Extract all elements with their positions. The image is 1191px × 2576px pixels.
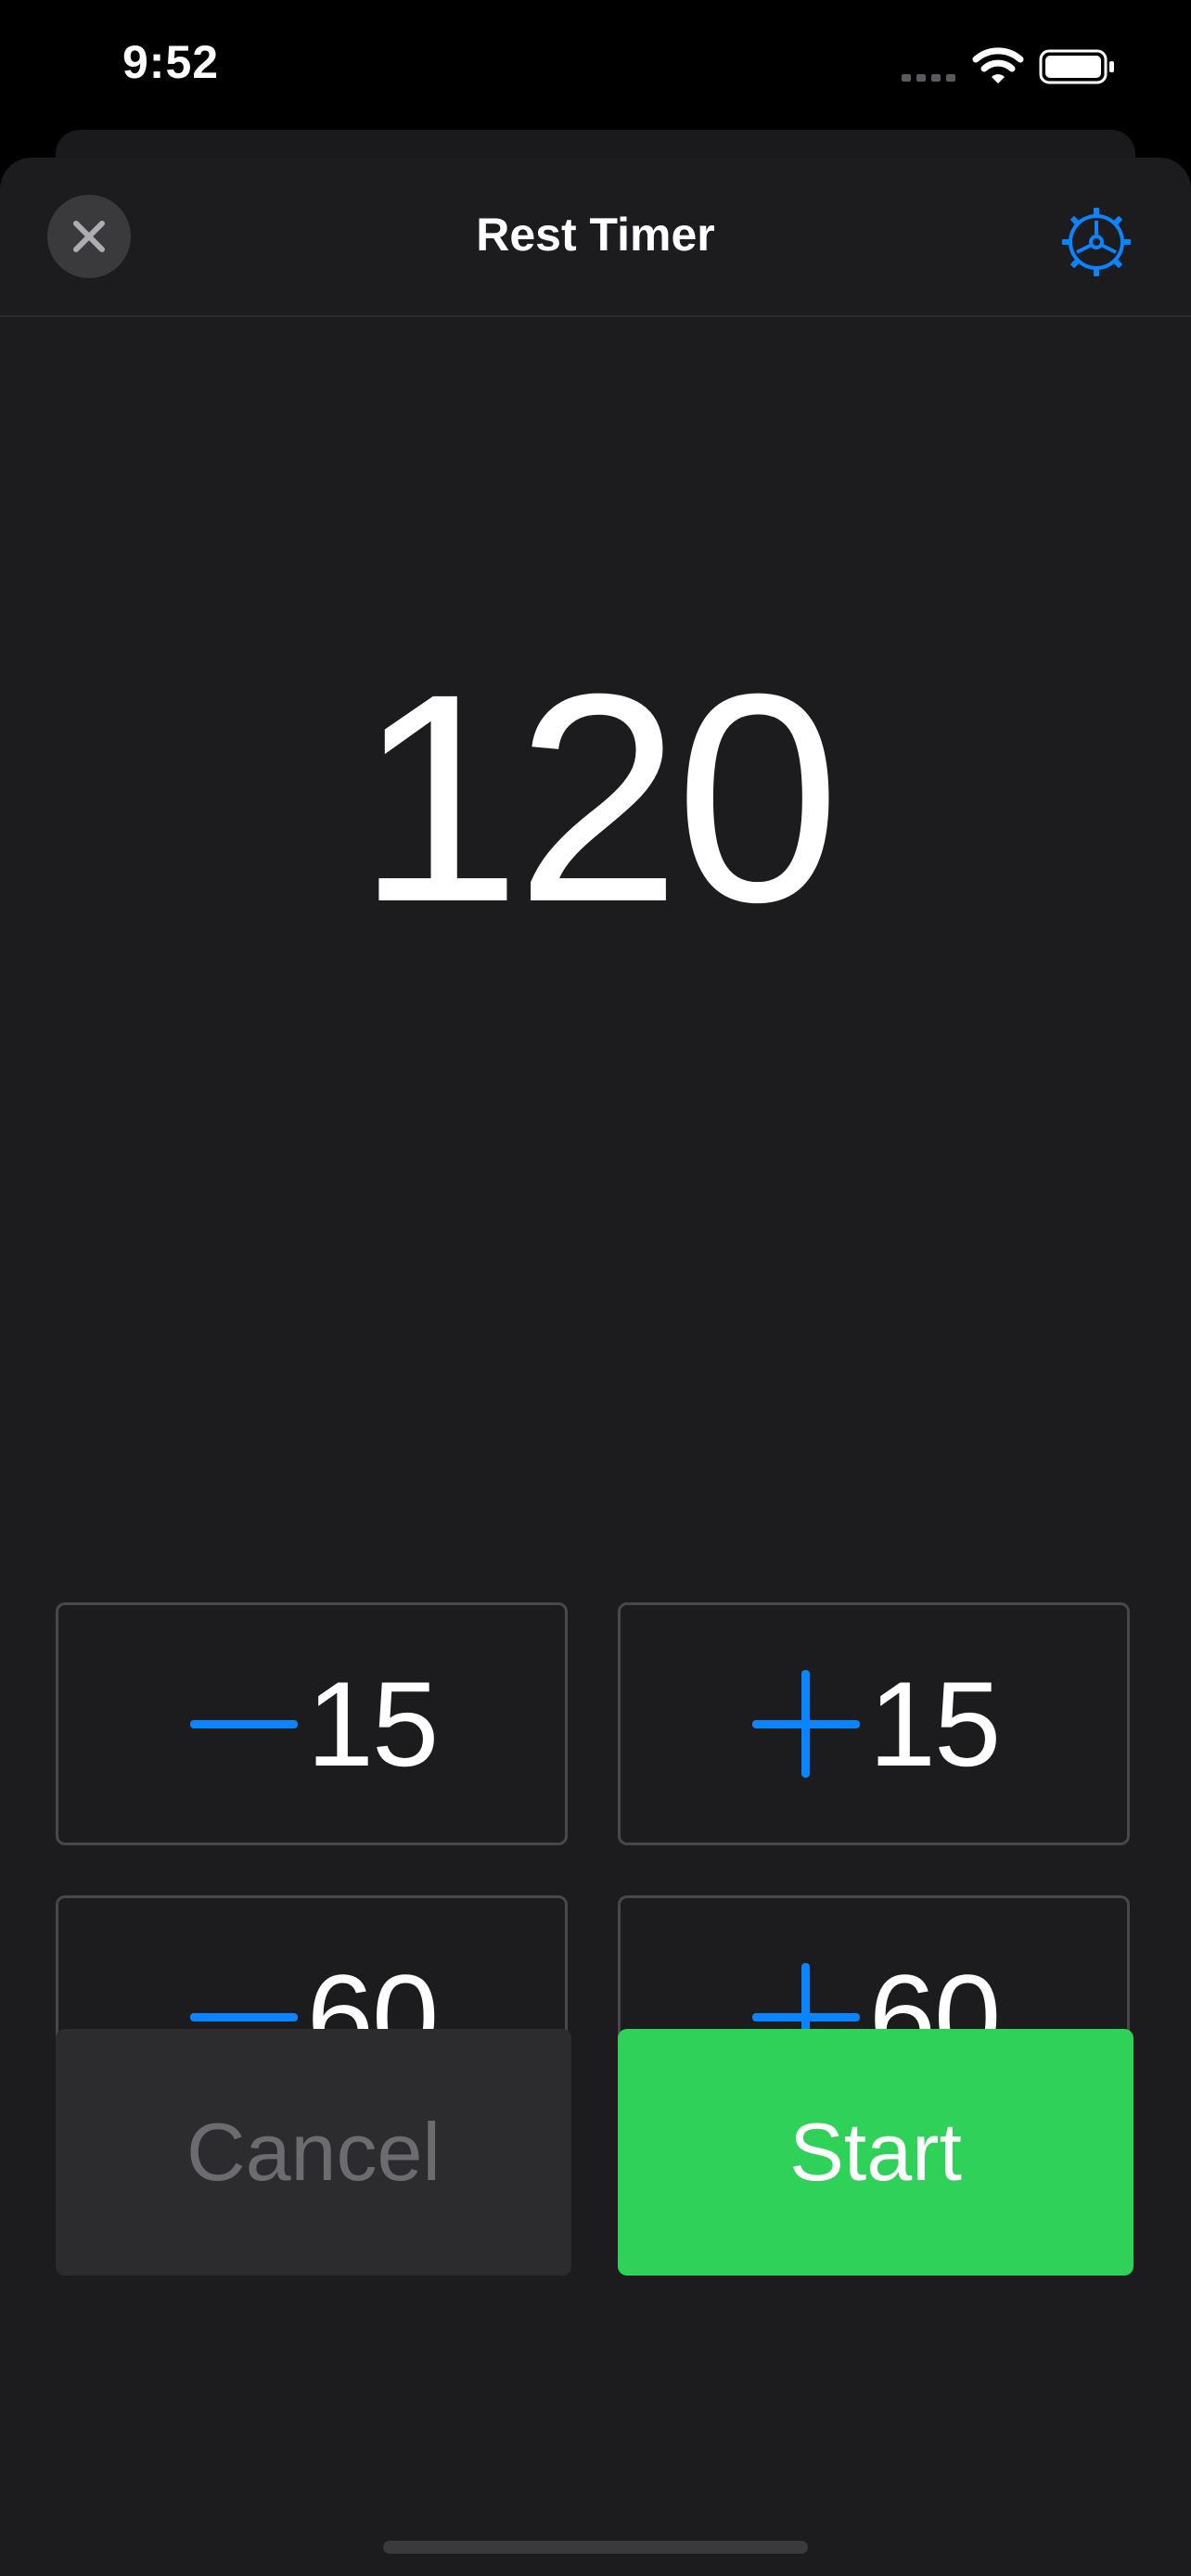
page-title: Rest Timer (476, 209, 715, 261)
settings-button[interactable] (1059, 205, 1133, 279)
minus-icon (189, 1720, 298, 1728)
add-15-button[interactable]: 15 (618, 1602, 1130, 1845)
sheet-header: Rest Timer (0, 158, 1191, 317)
cancel-button[interactable]: Cancel (56, 2029, 571, 2276)
start-button[interactable]: Start (618, 2029, 1133, 2276)
adjust-amount: 15 (868, 1656, 1002, 1792)
gear-icon (1062, 208, 1131, 276)
status-time: 9:52 (122, 36, 220, 88)
home-indicator[interactable] (383, 2541, 808, 2554)
cellular-signal-icon (902, 74, 957, 82)
adjust-amount: 15 (306, 1656, 440, 1792)
status-bar: 9:52 (0, 0, 1191, 139)
timer-countdown: 120 (356, 631, 840, 963)
subtract-15-button[interactable]: 15 (56, 1602, 568, 1845)
plus-icon (751, 1670, 860, 1778)
wifi-icon (972, 45, 1024, 85)
battery-icon (1039, 49, 1117, 84)
